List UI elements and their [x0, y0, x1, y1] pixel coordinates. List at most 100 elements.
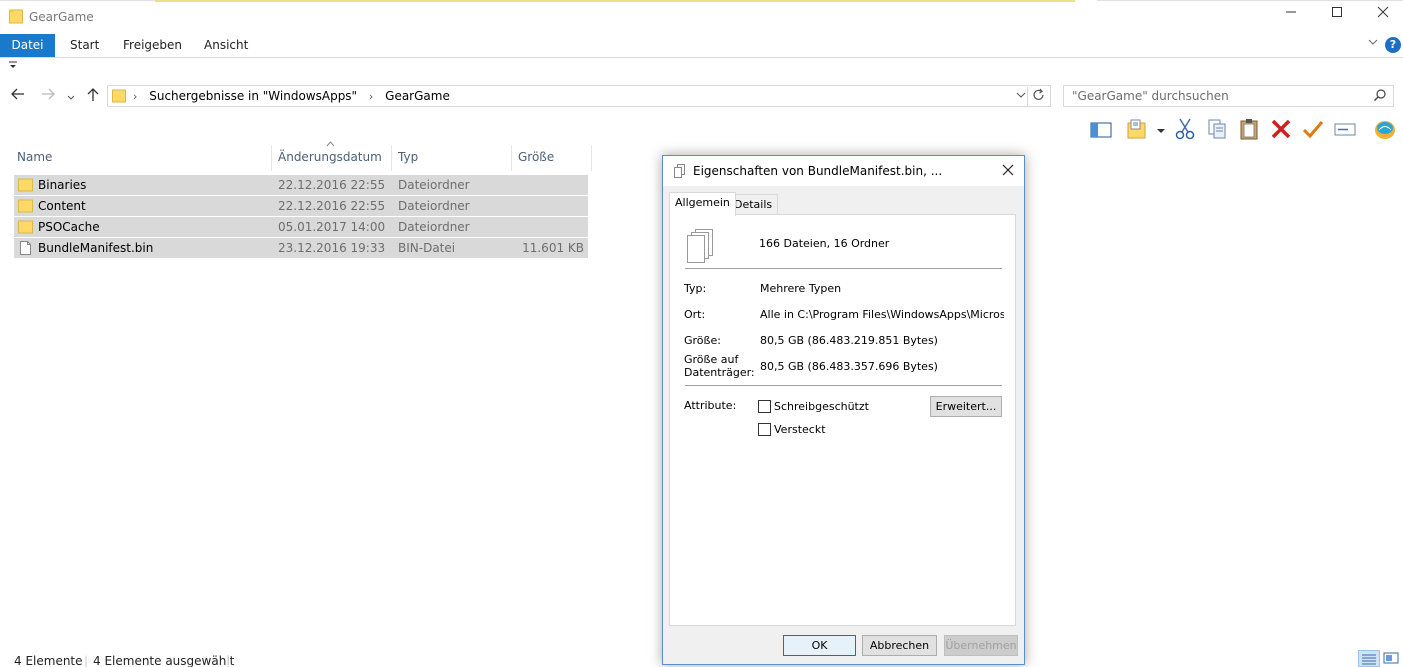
address-bar[interactable]: › Suchergebnisse in "WindowsApps" › Gear… [107, 85, 1051, 107]
expand-ribbon-icon[interactable] [1367, 36, 1379, 51]
column-name[interactable]: Name [13, 145, 272, 171]
hidden-checkbox[interactable] [758, 423, 771, 436]
shell-icon[interactable] [1373, 117, 1397, 141]
file-date: 23.12.2016 19:33 [278, 241, 386, 255]
general-tab-panel: 166 Dateien, 16 Ordner Typ: Mehrere Type… [669, 214, 1016, 626]
address-dropdown-icon[interactable] [1016, 88, 1026, 105]
tab-ansicht[interactable]: Ansicht [190, 34, 262, 57]
readonly-label: Schreibgeschützt [774, 400, 869, 413]
tab-datei[interactable]: Datei [0, 34, 55, 57]
breadcrumb: › Suchergebnisse in "WindowsApps" › Gear… [133, 89, 450, 103]
refresh-icon[interactable] [1027, 87, 1046, 107]
size-value: 80,5 GB (86.483.219.851 Bytes) [760, 334, 938, 347]
new-folder-icon[interactable] [1125, 117, 1149, 141]
file-row-content[interactable]: Content 22.12.2016 22:55 Dateiordner [14, 196, 588, 216]
forward-arrow-icon[interactable] [40, 86, 56, 106]
file-name: Content [38, 199, 86, 213]
tab-start[interactable]: Start [56, 34, 113, 57]
folder-icon [112, 89, 126, 103]
delete-icon[interactable] [1269, 117, 1293, 141]
type-label: Typ: [684, 282, 707, 295]
file-date: 22.12.2016 22:55 [278, 199, 386, 213]
cut-icon[interactable] [1173, 117, 1197, 141]
advanced-button[interactable]: Erweitert... [930, 396, 1002, 417]
readonly-checkbox[interactable] [758, 400, 771, 413]
disk-size-label-line1: Größe auf [684, 353, 739, 366]
navigation-bar: › Suchergebnisse in "WindowsApps" › Gear… [0, 80, 1403, 112]
close-icon[interactable] [1368, 6, 1398, 28]
window-title: GearGame [29, 10, 94, 24]
size-label: Größe: [684, 334, 721, 347]
up-arrow-icon[interactable] [85, 86, 101, 106]
breadcrumb-search-results[interactable]: Suchergebnisse in "WindowsApps" [149, 89, 357, 103]
new-dropdown-icon[interactable] [1155, 117, 1167, 141]
file-date: 22.12.2016 22:55 [278, 178, 386, 192]
file-name: PSOCache [38, 220, 100, 234]
large-icons-view-icon[interactable] [1381, 650, 1403, 667]
file-row-psocache[interactable]: PSOCache 05.01.2017 14:00 Dateiordner [14, 217, 588, 237]
file-name: BundleManifest.bin [38, 241, 154, 255]
divider [685, 385, 1002, 386]
column-type[interactable]: Typ [394, 145, 512, 171]
type-value: Mehrere Typen [760, 282, 842, 295]
column-date[interactable]: Änderungsdatum [274, 145, 392, 171]
status-divider: | [84, 654, 89, 667]
checkmark-icon[interactable] [1301, 117, 1325, 141]
apply-button[interactable]: Übernehmen [944, 635, 1018, 656]
disk-size-value: 80,5 GB (86.483.357.696 Bytes) [760, 360, 938, 373]
disk-size-label-line2: Datenträger: [684, 366, 755, 379]
minimize-icon[interactable] [1276, 6, 1306, 28]
location-value: Alle in C:\Program Files\WindowsApps\Mic… [760, 308, 1004, 321]
file-row-bundlemanifest[interactable]: BundleManifest.bin 23.12.2016 19:33 BIN-… [14, 238, 588, 258]
chevron-right-icon[interactable]: › [369, 90, 373, 103]
dialog-title-bar: Eigenschaften von BundleManifest.bin, ..… [663, 156, 1024, 186]
search-placeholder: "GearGame" durchsuchen [1072, 89, 1229, 103]
recent-locations-icon[interactable] [66, 89, 76, 107]
ribbon-tabs: Datei Start Freigeben Ansicht ? [0, 34, 1403, 58]
help-icon[interactable]: ? [1385, 37, 1401, 53]
file-type: Dateiordner [398, 199, 470, 213]
search-input[interactable]: "GearGame" durchsuchen [1063, 85, 1394, 107]
file-type: BIN-Datei [398, 241, 456, 255]
search-icon[interactable] [1373, 88, 1387, 106]
file-type: Dateiordner [398, 220, 470, 234]
title-bar: GearGame [0, 0, 1403, 34]
dialog-title: Eigenschaften von BundleManifest.bin, ..… [693, 164, 943, 178]
files-icon [674, 164, 685, 178]
preview-pane-icon[interactable] [1089, 117, 1113, 141]
tab-allgemein[interactable]: Allgemein [669, 192, 736, 216]
details-view-icon[interactable] [1358, 650, 1380, 667]
file-icon [20, 241, 31, 255]
explorer-window: GearGame Datei Start Freigeben Ansicht ? [0, 0, 1403, 667]
selected-count: 4 Elemente ausgewählt [93, 654, 235, 667]
chevron-right-icon[interactable]: › [133, 90, 137, 103]
file-row-binaries[interactable]: Binaries 22.12.2016 22:55 Dateiordner [14, 175, 588, 195]
custom-toolbar [1085, 115, 1403, 143]
folder-icon [18, 199, 33, 213]
folder-icon [18, 178, 33, 192]
paste-icon[interactable] [1237, 117, 1261, 141]
item-count: 4 Elemente [14, 654, 83, 667]
attributes-label: Attribute: [684, 399, 737, 412]
quick-access-dropdown-icon[interactable] [9, 61, 17, 72]
maximize-icon[interactable] [1322, 6, 1352, 28]
file-folder-count: 166 Dateien, 16 Ordner [759, 237, 890, 250]
folder-icon [9, 9, 23, 24]
multiple-files-icon [687, 229, 713, 263]
hidden-label: Versteckt [774, 423, 826, 436]
file-type: Dateiordner [398, 178, 470, 192]
close-icon[interactable] [1002, 161, 1014, 180]
file-size: 11.601 KB [522, 241, 584, 255]
properties-dialog: Eigenschaften von BundleManifest.bin, ..… [662, 155, 1025, 665]
file-name: Binaries [38, 178, 87, 192]
tab-freigeben[interactable]: Freigeben [109, 34, 196, 57]
column-size[interactable]: Größe [514, 145, 592, 171]
rename-icon[interactable] [1333, 117, 1357, 141]
breadcrumb-geargame[interactable]: GearGame [385, 89, 450, 103]
divider [685, 268, 1002, 269]
cancel-button[interactable]: Abbrechen [862, 635, 937, 656]
ok-button[interactable]: OK [783, 635, 856, 656]
copy-icon[interactable] [1205, 117, 1229, 141]
back-arrow-icon[interactable] [10, 86, 26, 106]
status-divider: | [226, 654, 231, 667]
